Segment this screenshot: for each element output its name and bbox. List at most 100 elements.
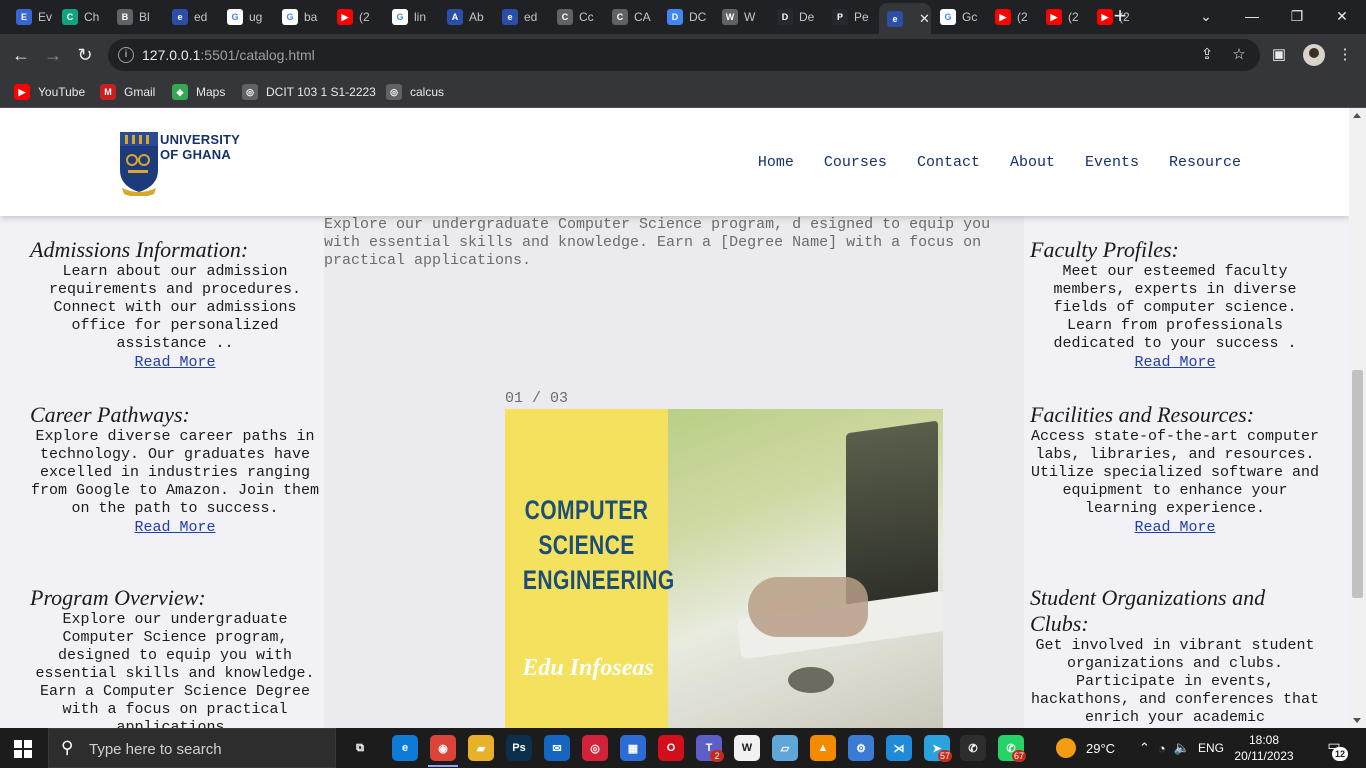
file-explorer-icon[interactable]: ▰ [468,735,494,761]
photoshop-icon[interactable]: Ps [506,735,532,761]
weather-widget[interactable]: 29°C [1056,728,1115,768]
task-view-icon[interactable]: ⧉ [347,735,373,761]
browser-tab[interactable]: Gba [274,4,328,30]
tab-favicon-icon: e [172,9,188,25]
nav-events[interactable]: Events [1085,154,1139,171]
browser-tab[interactable]: ▶ (2 [329,4,383,30]
menu-icon[interactable]: ⋮ [1336,46,1354,64]
tab-favicon-icon: ▶ [1046,9,1062,25]
share-icon[interactable]: ⇪ [1198,46,1216,64]
control-panel-icon[interactable]: ⚙ [848,735,874,761]
search-icon: ⚲ [61,738,74,757]
url-path: :5501/catalog.html [200,47,315,63]
active-tab[interactable]: e ✕ [879,3,931,34]
language-indicator[interactable]: ENG [1198,741,1224,755]
scroll-down-arrow[interactable] [1353,718,1361,723]
browser-tab[interactable]: C CA [604,4,658,30]
browser-tab[interactable]: e ed [164,4,218,30]
card-body: Explore diverse career paths in technolo… [30,428,320,517]
university-logo[interactable]: UNIVERSITY OF GHANA [118,130,248,196]
bookmark-youtube[interactable]: ▶ YouTube [14,83,85,101]
side-panel-icon[interactable]: ▣ [1270,46,1288,64]
browser-tab[interactable]: ▶ (2 [987,4,1037,30]
close-tab-icon[interactable]: ✕ [919,11,930,27]
scroll-up-arrow[interactable] [1353,113,1361,118]
page-viewport: Explore our undergraduate Computer Scien… [0,108,1349,728]
nav-contact[interactable]: Contact [917,154,980,171]
browser-tab[interactable]: WW [714,4,768,30]
tab-favicon-icon: A [447,9,463,25]
wordpad-icon[interactable]: W [734,735,760,761]
back-icon[interactable]: ← [8,42,34,68]
nav-about[interactable]: About [1010,154,1055,171]
read-more-link[interactable]: Read More [134,354,215,372]
slide-counter: 01 / 03 [505,390,569,407]
browser-tab[interactable]: A Ab [439,4,493,30]
browser-tab[interactable]: Glin [384,4,438,30]
whatsapp-icon[interactable]: ✆ [960,735,986,761]
bookmark-label: DCIT 103 1 S1-2223 [266,85,376,99]
restore-button[interactable]: ❐ [1277,2,1317,30]
address-bar[interactable]: i 127.0.0.1:5501/catalog.html ⇪ ☆ [108,39,1260,71]
bookmark-maps[interactable]: ◆ Maps [172,83,225,101]
nav-courses[interactable]: Courses [824,154,887,171]
browser-tab[interactable]: G Gc [932,4,986,30]
windows-start-icon[interactable] [14,740,32,758]
bookmark-dcit-103-1-s1-2223[interactable]: ◎ DCIT 103 1 S1-2223 [242,83,376,101]
minimize-button[interactable]: — [1232,2,1272,30]
notes-icon[interactable]: ▱ [772,735,798,761]
browser-tab[interactable]: D De [769,4,823,30]
edge-icon[interactable]: e [392,735,418,761]
forward-icon[interactable]: → [40,42,66,68]
taskbar-search[interactable]: ⚲ Type here to search [48,728,336,768]
chrome-icon[interactable]: ◉ [430,735,456,761]
bookmark-calcus[interactable]: ◎ calcus [386,83,444,101]
bookmarks-bar: ▶ YouTube M Gmail ◆ Maps ◎ DCIT 103 1 S1-2223 ◎ c… [0,76,1366,108]
card-title: Career Pathways: [30,402,190,427]
browser-tab[interactable]: C Ch [54,4,108,30]
opera-icon[interactable]: O [658,735,684,761]
read-more-link[interactable]: Read More [134,519,215,537]
slide-title: COMPUTER SCIENCE ENGINEERING [522,495,675,595]
volume-icon[interactable]: 🔈 [1174,740,1190,756]
tray-overflow-icon[interactable]: ⌃ [1139,740,1150,756]
card-title: Program Overview: [30,585,206,610]
browser-tab[interactable]: C Cc [549,4,603,30]
tab-favicon-icon: W [722,9,738,25]
new-tab-button[interactable]: + [1110,5,1130,27]
profile-avatar[interactable] [1303,44,1325,66]
bookmark-label: YouTube [38,85,86,99]
mail-icon[interactable]: ✉ [544,735,570,761]
nav-resource[interactable]: Resource [1169,154,1241,171]
page-scrollbar[interactable] [1349,108,1366,728]
tab-search-button[interactable]: ⌄ [1186,2,1226,30]
browser-tab[interactable]: e ed [494,4,548,30]
scroll-thumb[interactable] [1352,370,1363,598]
store-icon[interactable]: ▦ [620,735,646,761]
read-more-link[interactable]: Read More [1134,354,1215,372]
notification-center-icon[interactable]: ▭ 12 [1322,737,1348,761]
bookmark-gmail[interactable]: M Gmail [100,83,155,101]
site-info-icon[interactable]: i [118,47,134,63]
browser-tab[interactable]: P Pe [824,4,878,30]
vlc-icon[interactable]: ▲ [810,735,836,761]
taskbar-clock[interactable]: 18:08 20/11/2023 [1232,732,1296,764]
close-window-button[interactable]: ✕ [1322,2,1362,30]
nav-home[interactable]: Home [758,154,794,171]
browser-tab[interactable]: D DC [659,4,713,30]
slideshow-image[interactable]: COMPUTER SCIENCE ENGINEERING Edu Infosea… [505,409,943,728]
url-text[interactable]: 127.0.0.1:5501/catalog.html [142,47,315,63]
bookmark-star-icon[interactable]: ☆ [1230,46,1248,64]
browser-tab[interactable]: B Bl [109,4,163,30]
vscode-icon[interactable]: ⋊ [886,735,912,761]
reload-icon[interactable]: ↻ [72,42,98,68]
recorder-icon[interactable]: ◎ [582,735,608,761]
tab-favicon-icon: e [887,10,903,27]
read-more-link[interactable]: Read More [1134,519,1215,537]
bookmark-label: Maps [196,85,226,99]
browser-tab[interactable]: E Ev [8,4,53,30]
network-icon[interactable]: ◔ [1158,741,1166,756]
browser-tab[interactable]: ▶ (2 [1038,4,1088,30]
browser-tab[interactable]: Gug [219,4,273,30]
tab-favicon-icon: D [777,9,793,25]
